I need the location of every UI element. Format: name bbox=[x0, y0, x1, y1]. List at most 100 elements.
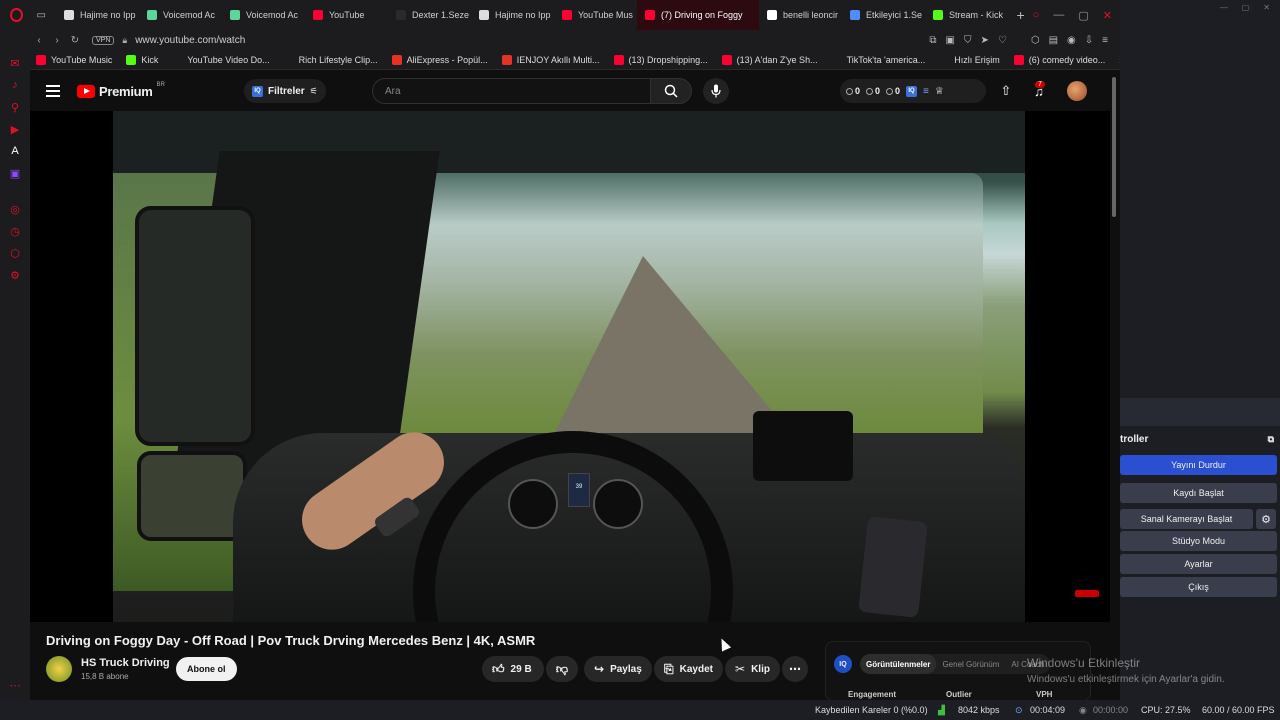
adblock-shield-icon[interactable]: ⛉ bbox=[964, 35, 972, 46]
start-virtual-camera-button[interactable]: Sanal Kamerayı Başlat bbox=[1120, 509, 1253, 529]
menu-icon[interactable]: ≡ bbox=[1102, 35, 1108, 46]
eye-icon bbox=[866, 87, 874, 95]
tab-overview[interactable]: Genel Görünüm bbox=[936, 654, 1005, 674]
start-recording-button[interactable]: Kaydı Başlat bbox=[1120, 483, 1277, 503]
bookmark-item[interactable]: YouTube Video Do... bbox=[172, 54, 270, 65]
subscribe-button[interactable]: Abone ol bbox=[176, 657, 237, 681]
reload-button[interactable]: ↻ bbox=[66, 35, 84, 46]
send-icon[interactable]: ➤ bbox=[980, 35, 988, 46]
url-field[interactable]: www.youtube.com/watch bbox=[135, 35, 245, 46]
clip-button[interactable]: ✂ Klip bbox=[725, 656, 780, 682]
bookmark-item[interactable]: IENJOY Akıllı Multi... bbox=[501, 54, 600, 65]
minimize-button[interactable]: — bbox=[1053, 9, 1064, 21]
more-actions-button[interactable]: ⋯ bbox=[782, 656, 808, 682]
video-frame[interactable]: 39 bbox=[113, 111, 1025, 622]
like-button[interactable]: 👍︎ 29 B bbox=[482, 656, 544, 682]
kick-sidebar-icon[interactable]: A bbox=[8, 144, 22, 158]
bookmark-item[interactable]: YouTube Music bbox=[36, 54, 112, 65]
save-button[interactable]: ⎘ Kaydet bbox=[654, 656, 723, 682]
tab-10[interactable]: Stream - Kick bbox=[925, 0, 1008, 30]
avatar[interactable] bbox=[1067, 81, 1087, 101]
more-sidebar-icon[interactable]: ⋯ bbox=[8, 678, 22, 692]
tab-list-icon[interactable]: ▭ bbox=[37, 10, 46, 21]
exit-button[interactable]: Çıkış bbox=[1120, 577, 1277, 597]
share-button[interactable]: ↪ Paylaş bbox=[584, 656, 652, 682]
gear-icon[interactable]: ⚙ bbox=[1256, 509, 1276, 529]
back-button[interactable]: ‹ bbox=[30, 35, 48, 46]
bookmark-item[interactable]: Kick bbox=[126, 54, 158, 65]
target-icon[interactable]: ◎ bbox=[8, 202, 22, 216]
bookmark-item[interactable]: AliExpress - Popül... bbox=[391, 54, 488, 65]
snapshot-icon[interactable]: ▣ bbox=[946, 35, 955, 46]
obs-minimize-button[interactable]: — bbox=[1220, 3, 1228, 12]
player-icon[interactable]: ▶ bbox=[8, 122, 22, 136]
trophy-icon[interactable]: ♕ bbox=[935, 86, 944, 97]
filter-button[interactable]: IQ Filtreler ⚟ bbox=[244, 79, 326, 103]
maximize-button[interactable]: ▢ bbox=[1078, 9, 1088, 22]
settings-icon[interactable]: ⚙ bbox=[8, 268, 22, 282]
channel-avatar[interactable] bbox=[46, 656, 72, 682]
forward-button[interactable]: › bbox=[48, 35, 66, 46]
tab-9[interactable]: Etkileyici 1.Se bbox=[842, 0, 925, 30]
tab-3[interactable]: YouTube bbox=[305, 0, 388, 30]
tab-6[interactable]: YouTube Mus bbox=[554, 0, 637, 30]
bookmark-item[interactable]: Hızlı Erişim bbox=[939, 54, 1000, 65]
download-icon[interactable]: ⇩ bbox=[1085, 35, 1093, 46]
bookmark-item[interactable]: Rich Lifestyle Clip... bbox=[283, 54, 378, 65]
obs-close-button[interactable]: ✕ bbox=[1263, 3, 1270, 12]
extensions-sidebar-icon[interactable]: ⬡ bbox=[8, 246, 22, 260]
hamburger-menu-icon[interactable] bbox=[46, 85, 60, 97]
iq-icon[interactable]: IQ bbox=[906, 85, 918, 97]
lock-icon[interactable]: 🔒︎ bbox=[122, 35, 127, 46]
settings-button[interactable]: Ayarlar bbox=[1120, 554, 1277, 574]
music-icon[interactable]: ♪ bbox=[8, 78, 22, 92]
list-icon[interactable]: ≡ bbox=[923, 86, 929, 97]
logo-text: Premium bbox=[99, 83, 153, 99]
tab-7[interactable]: (7) Driving on Foggy bbox=[637, 0, 759, 30]
bitrate: 8042 kbps bbox=[958, 705, 1000, 715]
search-button[interactable] bbox=[650, 78, 692, 104]
video-player[interactable]: 39 bbox=[30, 111, 1110, 622]
location-icon[interactable]: ⚲ bbox=[8, 100, 22, 114]
tab-0[interactable]: Hajime no Ipp bbox=[56, 0, 139, 30]
undock-icon[interactable]: ⧉ bbox=[1268, 434, 1274, 445]
dislike-button[interactable]: 👎︎ bbox=[546, 656, 578, 682]
profile-icon[interactable]: ◉ bbox=[1067, 35, 1076, 46]
stop-streaming-button[interactable]: Yayını Durdur bbox=[1120, 455, 1277, 475]
youtube-logo[interactable]: Premium BR bbox=[77, 82, 165, 99]
tab-views[interactable]: Görüntülenmeler bbox=[860, 654, 937, 674]
page-scrollbar[interactable] bbox=[1110, 71, 1120, 700]
studio-mode-button[interactable]: Stüdyo Modu bbox=[1120, 531, 1277, 551]
history-icon[interactable]: ◷ bbox=[8, 224, 22, 238]
search-tabs-icon[interactable]: ○ bbox=[1033, 9, 1040, 21]
heart-icon[interactable]: ♡ bbox=[998, 35, 1007, 46]
screenshot-icon[interactable]: ⧉ bbox=[929, 35, 936, 46]
iq-icon[interactable]: IQ bbox=[834, 655, 852, 673]
vpn-badge[interactable]: VPN bbox=[92, 35, 115, 45]
opera-logo-icon[interactable] bbox=[10, 8, 23, 22]
voice-search-button[interactable] bbox=[703, 78, 729, 104]
bookmark-item[interactable]: (6) comedy video... bbox=[1013, 54, 1105, 65]
bookmark-item[interactable]: (13) A'dan Z'ye Sh... bbox=[721, 54, 818, 65]
bookmark-item[interactable]: TikTok'ta 'america... bbox=[831, 54, 925, 65]
tab-2[interactable]: Voicemod Ac bbox=[222, 0, 305, 30]
close-button[interactable]: ✕ bbox=[1103, 9, 1112, 22]
tab-4[interactable]: Dexter 1.Seze bbox=[388, 0, 471, 30]
bookmark-item[interactable]: (13) Dropshipping... bbox=[613, 54, 708, 65]
stats-counters[interactable]: 0 0 0 IQ ≡ ♕ bbox=[840, 79, 986, 103]
new-tab-button[interactable]: + bbox=[1009, 7, 1033, 23]
wallet-icon[interactable]: ▤ bbox=[1049, 35, 1058, 46]
upload-icon[interactable]: ⇧ bbox=[998, 83, 1014, 99]
chat-icon[interactable]: ✉ bbox=[8, 56, 22, 70]
channel-name[interactable]: HS Truck Driving bbox=[81, 657, 170, 669]
twitch-icon[interactable]: ▣ bbox=[8, 166, 22, 180]
tab-1[interactable]: Voicemod Ac bbox=[139, 0, 222, 30]
iq-icon: IQ bbox=[252, 85, 263, 97]
obs-maximize-button[interactable]: ▢ bbox=[1242, 3, 1250, 12]
tab-8[interactable]: benelli leoncir bbox=[759, 0, 842, 30]
tab-label: Dexter 1.Seze bbox=[412, 10, 470, 20]
search-input[interactable]: Ara bbox=[372, 78, 650, 104]
tab-5[interactable]: Hajime no Ipp bbox=[471, 0, 554, 30]
counter-value: 0 bbox=[895, 86, 901, 96]
extensions-icon[interactable]: ⬡ bbox=[1031, 35, 1040, 46]
